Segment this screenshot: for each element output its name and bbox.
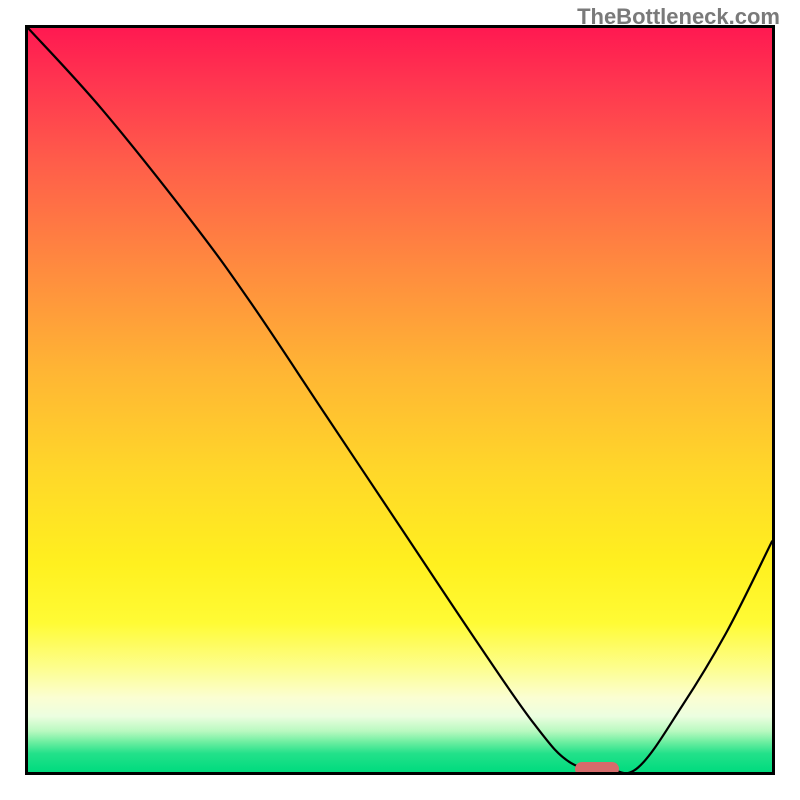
plot-area bbox=[25, 25, 775, 775]
chart-svg bbox=[28, 28, 772, 772]
chart-container: TheBottleneck.com bbox=[0, 0, 800, 800]
target-marker bbox=[575, 762, 620, 775]
chart-curve bbox=[28, 28, 772, 772]
